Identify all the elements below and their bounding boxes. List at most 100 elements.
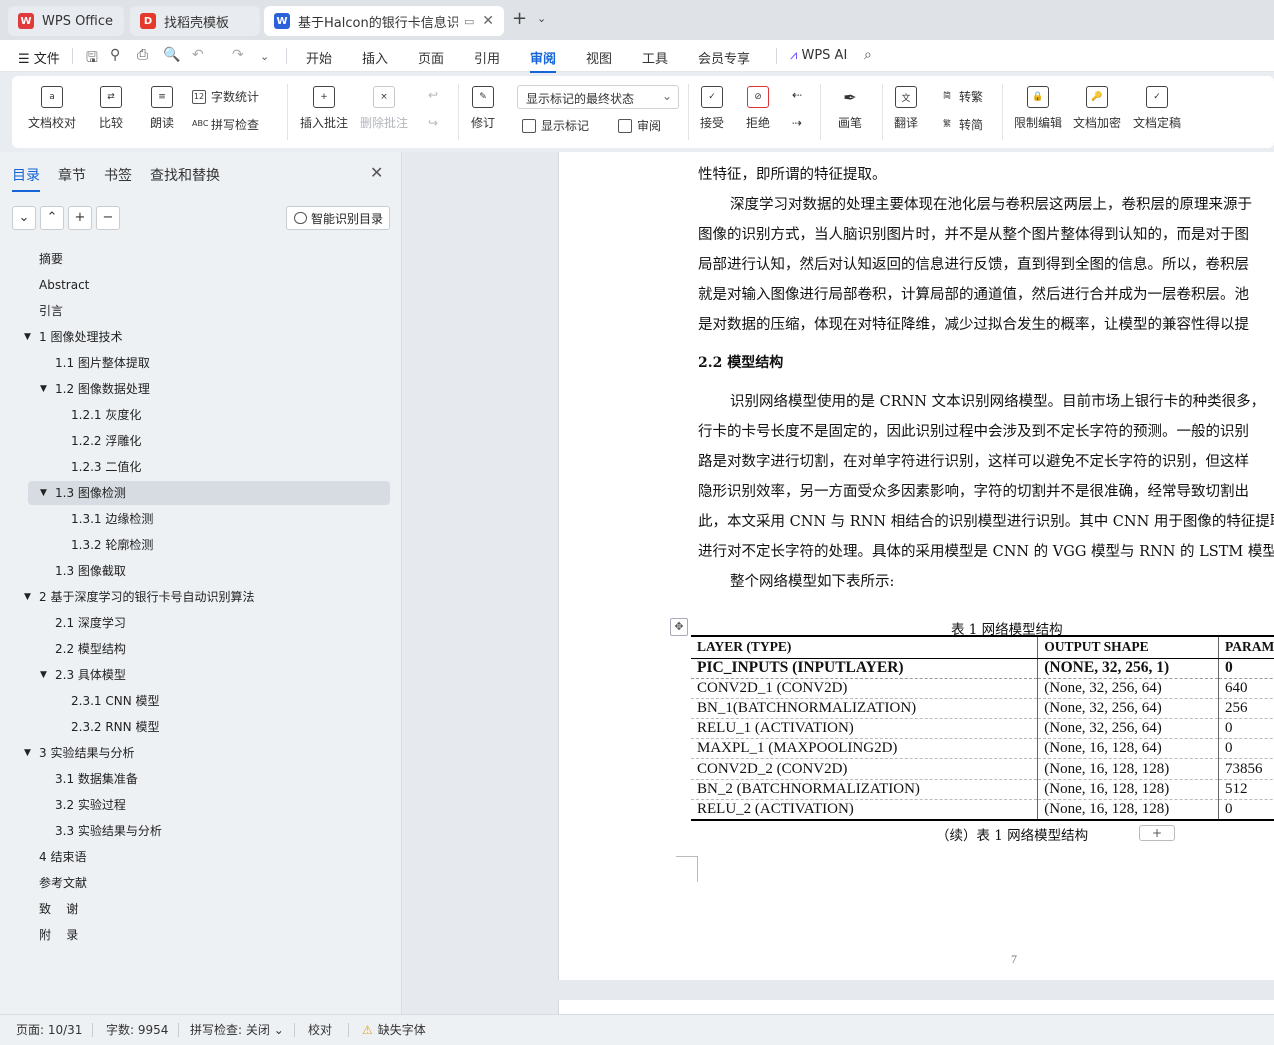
toc-item[interactable]: 3.2 实验过程 — [55, 793, 126, 817]
accept-button[interactable]: ✓ 接受 — [700, 86, 724, 131]
tab-docer-templates[interactable]: D 找稻壳模板 — [130, 6, 260, 36]
toc-item-selected[interactable]: 1.3 图像检测 — [55, 481, 126, 505]
compare-button[interactable]: ⇄ 比较 — [99, 86, 123, 131]
toc-item[interactable]: 参考文献 — [39, 871, 87, 895]
print-icon[interactable]: ⎙ — [137, 47, 148, 63]
tab-wps-office[interactable]: W WPS Office — [8, 6, 124, 36]
expand-arrow-icon[interactable]: ▼ — [24, 325, 31, 349]
toc-item[interactable]: 1.1 图片整体提取 — [55, 351, 150, 375]
expand-level-button[interactable]: ⌃ — [40, 206, 64, 230]
toc-item[interactable]: 1.2 图像数据处理 — [55, 377, 150, 401]
review-pane-button[interactable]: 审阅 — [618, 117, 661, 134]
toc-item[interactable]: 1 图像处理技术 — [39, 325, 122, 349]
toc-item[interactable]: 1.3 图像截取 — [55, 559, 126, 583]
toc-item[interactable]: 3.3 实验结果与分析 — [55, 819, 162, 843]
menu-home[interactable]: 开始 — [306, 48, 332, 67]
toc-item[interactable]: 1.2.1 灰度化 — [71, 403, 141, 427]
toc-item[interactable]: 2.3.2 RNN 模型 — [71, 715, 159, 739]
next-comment-icon[interactable]: ↪ — [428, 116, 438, 130]
close-icon[interactable]: ✕ — [370, 163, 383, 182]
wps-ai-button[interactable]: ⩘ WPS AI — [790, 48, 847, 63]
read-aloud-button[interactable]: ≡ 朗读 — [150, 86, 174, 131]
nav-tab-find-replace[interactable]: 查找和替换 — [150, 165, 220, 185]
translate-button[interactable]: 文 翻译 — [894, 86, 918, 131]
chevron-down-icon[interactable]: ⌄ — [537, 12, 546, 25]
search-icon[interactable]: ⌕ — [864, 47, 872, 63]
toc-item[interactable]: 1.3.1 边缘检测 — [71, 507, 153, 531]
track-changes-button[interactable]: ✎ 修订 — [471, 86, 495, 131]
toc-item[interactable]: 2.2 模型结构 — [55, 637, 126, 661]
expand-arrow-icon[interactable]: ▼ — [24, 585, 31, 609]
expand-arrow-icon[interactable]: ▼ — [24, 741, 31, 765]
menu-member[interactable]: 会员专享 — [698, 48, 750, 67]
add-row-button[interactable]: + — [1139, 825, 1175, 841]
to-traditional-button[interactable]: 简 转繁 — [940, 88, 983, 105]
restrict-edit-button[interactable]: 🔒 限制编辑 — [1014, 86, 1062, 131]
spell-check-button[interactable]: ABC 拼写检查 — [192, 116, 259, 133]
expand-arrow-icon[interactable]: ▼ — [40, 481, 47, 505]
menu-tools[interactable]: 工具 — [642, 48, 668, 67]
tab-current-document[interactable]: W 基于Halcon的银行卡信息识别 ▭ ✕ — [264, 6, 504, 36]
remove-heading-button[interactable]: − — [96, 206, 120, 230]
show-markup-button[interactable]: 显示标记 — [522, 117, 589, 134]
expand-arrow-icon[interactable]: ▼ — [40, 377, 47, 401]
toc-item[interactable]: Abstract — [39, 273, 89, 297]
encrypt-button[interactable]: 🔑 文档加密 — [1073, 86, 1121, 131]
toc-item[interactable]: 附 录 — [39, 923, 78, 947]
markup-state-dropdown[interactable]: 显示标记的最终状态 ⌄ — [517, 85, 679, 109]
menu-page[interactable]: 页面 — [418, 48, 444, 67]
pen-button[interactable]: ✒ 画笔 — [838, 86, 862, 131]
toc-item[interactable]: 1.2.2 浮雕化 — [71, 429, 141, 453]
format-painter-icon[interactable]: ⚲ — [110, 47, 120, 63]
collapse-level-button[interactable]: ⌄ — [12, 206, 36, 230]
monitor-icon[interactable]: ▭ — [464, 15, 474, 28]
toc-item[interactable]: 引言 — [39, 299, 63, 323]
menu-reference[interactable]: 引用 — [474, 48, 500, 67]
proof-button[interactable]: 校对 — [308, 1021, 332, 1038]
missing-font-button[interactable]: ⚠ 缺失字体 — [362, 1021, 426, 1038]
previous-change-icon[interactable]: ⇠ — [792, 88, 802, 102]
toc-item[interactable]: 致 谢 — [39, 897, 78, 921]
toc-item[interactable]: 1.2.3 二值化 — [71, 455, 141, 479]
document-page[interactable]: 性特征，即所谓的特征提取。 深度学习对数据的处理主要体现在池化层与卷积层这两层上… — [558, 152, 1274, 980]
menu-review[interactable]: 审阅 — [530, 48, 557, 73]
redo-icon[interactable]: ↷ — [232, 47, 244, 63]
toc-item[interactable]: 1.3.2 轮廓检测 — [71, 533, 153, 557]
toc-item[interactable]: 3.1 数据集准备 — [55, 767, 138, 791]
close-tab-icon[interactable]: ✕ — [482, 13, 494, 29]
expand-arrow-icon[interactable]: ▼ — [40, 663, 47, 687]
reject-button[interactable]: ⊘ 拒绝 — [746, 86, 770, 131]
menu-insert[interactable]: 插入 — [362, 48, 388, 67]
save-icon[interactable]: 🖫 — [86, 47, 98, 71]
previous-comment-icon[interactable]: ↩ — [428, 88, 438, 102]
toc-item[interactable]: 2 基于深度学习的银行卡号自动识别算法 — [39, 585, 254, 609]
add-heading-button[interactable]: + — [68, 206, 92, 230]
word-count-button[interactable]: 12 字数统计 — [192, 88, 259, 105]
nav-tab-bookmarks[interactable]: 书签 — [104, 165, 132, 185]
to-simplified-button[interactable]: 繁 转简 — [940, 116, 983, 133]
toc-item[interactable]: 3 实验结果与分析 — [39, 741, 134, 765]
spell-check-status[interactable]: 拼写检查: 关闭 ⌄ — [190, 1021, 284, 1038]
undo-icon[interactable]: ↶ — [192, 47, 204, 63]
toc-item[interactable]: 2.3 具体模型 — [55, 663, 126, 687]
toc-item[interactable]: 2.1 深度学习 — [55, 611, 126, 635]
delete-comment-button[interactable]: × 删除批注 — [360, 86, 408, 131]
next-page[interactable] — [558, 1000, 1274, 1014]
network-model-table[interactable]: LAYER (TYPE) OUTPUT SHAPE PARAM PIC_INPU… — [691, 635, 1274, 821]
smart-toc-button[interactable]: 智能识别目录 — [286, 206, 390, 230]
word-count-indicator[interactable]: 字数: 9954 — [106, 1021, 168, 1038]
proofread-button[interactable]: a 文档校对 — [28, 86, 76, 131]
nav-tab-sections[interactable]: 章节 — [58, 165, 86, 185]
move-table-icon[interactable]: ✥ — [670, 618, 688, 636]
finalize-button[interactable]: ✓ 文档定稿 — [1133, 86, 1181, 131]
menu-view[interactable]: 视图 — [586, 48, 612, 67]
toc-item[interactable]: 2.3.1 CNN 模型 — [71, 689, 160, 713]
toc-item[interactable]: 摘要 — [39, 247, 63, 271]
insert-comment-button[interactable]: + 插入批注 — [300, 86, 348, 131]
new-tab-icon[interactable]: + — [512, 8, 527, 29]
nav-tab-toc[interactable]: 目录 — [12, 165, 40, 192]
file-menu[interactable]: ☰ 文件 — [18, 48, 60, 67]
toc-item[interactable]: 4 结束语 — [39, 845, 86, 869]
next-change-icon[interactable]: ⇢ — [792, 116, 802, 130]
chevron-down-icon[interactable]: ⌄ — [260, 50, 269, 63]
